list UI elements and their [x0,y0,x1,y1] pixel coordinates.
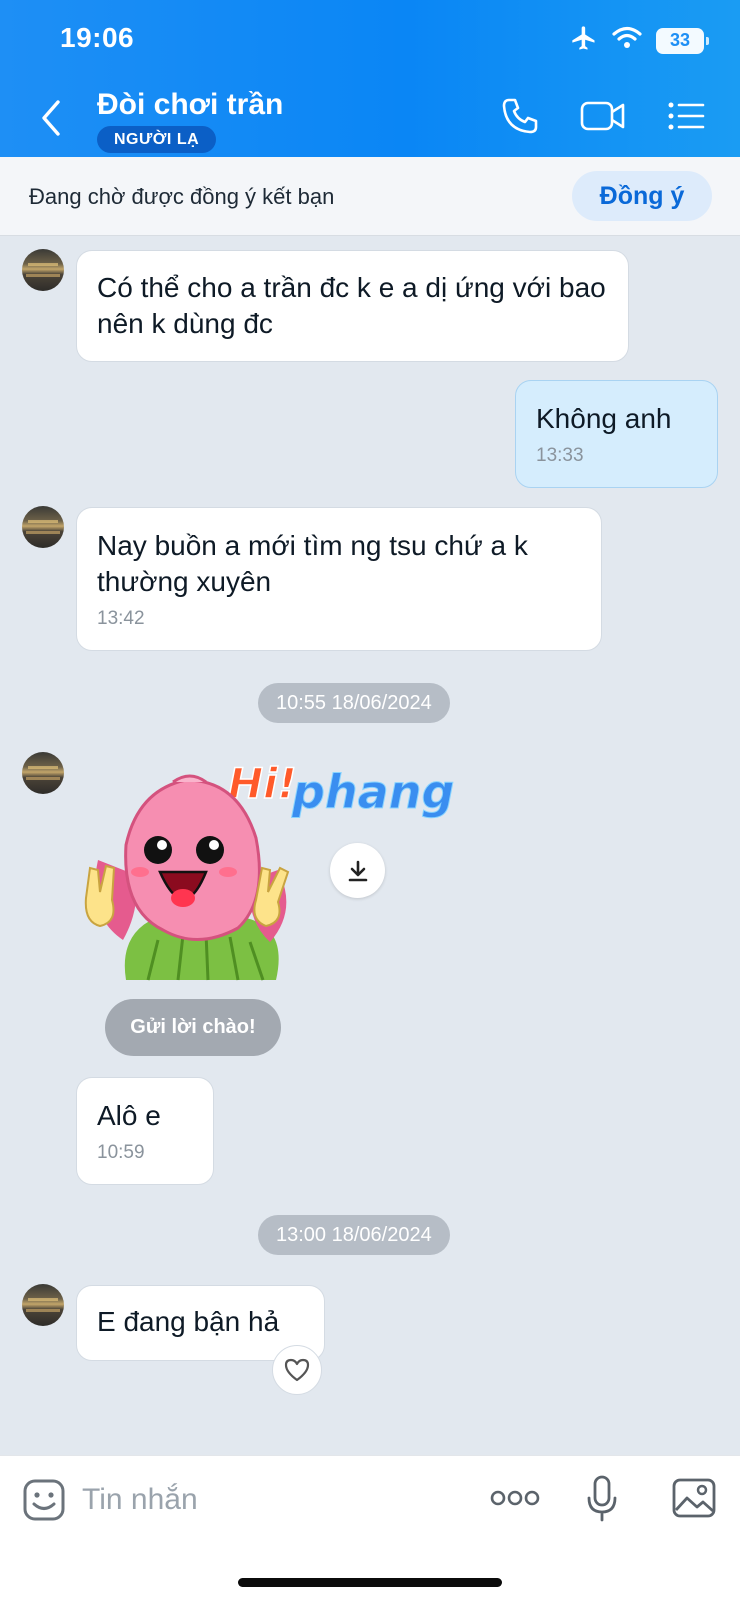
contact-avatar[interactable] [22,506,64,548]
voice-record-button[interactable] [586,1474,618,1529]
chat-header: 19:06 33 Đòi chơi trần NGƯỜI LẠ [0,0,740,157]
message-input[interactable] [82,1472,382,1528]
stranger-badge: NGƯỜI LẠ [97,126,217,153]
status-time: 19:06 [60,22,135,53]
more-dots-icon [490,1490,540,1506]
message-text: Nay buồn a mới tìm ng tsu chứ a k thường… [97,530,528,597]
message-time: 13:33 [536,445,584,466]
image-gallery-icon [672,1478,716,1518]
phone-icon [502,98,538,134]
heart-icon [284,1358,310,1382]
message-time: 13:42 [97,608,145,629]
message-text: Alô e [97,1100,161,1131]
airplane-mode-icon [570,24,598,57]
date-separator: 13:00 18/06/2024 [258,1215,450,1255]
message-text: E đang bận hả [97,1306,280,1337]
contact-avatar[interactable] [22,249,64,291]
friend-request-bar: Đang chờ được đồng ý kết bạn Đồng ý [0,157,740,236]
back-chevron-icon [42,100,60,136]
message-bubble-received[interactable]: Nay buồn a mới tìm ng tsu chứ a k thường… [76,507,602,651]
more-options-button[interactable] [490,1486,540,1515]
emoji-sticker-icon [23,1479,65,1521]
home-indicator [238,1578,502,1587]
svg-text:Hi!: Hi! [228,759,297,808]
message-text: Không anh [536,403,672,434]
send-greeting-button[interactable]: Gửi lời chào! [105,999,281,1056]
video-call-icon [580,101,625,131]
photo-picker-button[interactable] [671,1476,717,1527]
back-button[interactable] [36,98,68,138]
chat-options-button[interactable] [666,96,706,141]
menu-list-icon [668,102,705,130]
battery-indicator: 33 [656,27,709,54]
video-call-button[interactable] [580,96,626,141]
download-icon [348,860,367,881]
message-bubble-received[interactable]: Alô e 10:59 [76,1077,214,1185]
message-time: 10:59 [97,1142,145,1163]
contact-name[interactable]: Đòi chơi trần [97,88,283,122]
friend-request-status: Đang chờ được đồng ý kết bạn [29,184,335,209]
lotus-mascot-sticker: Hi! phang [84,758,455,981]
contact-avatar[interactable] [22,752,64,794]
voice-call-button[interactable] [500,96,540,141]
download-sticker-button[interactable] [330,843,385,898]
contact-avatar[interactable] [22,1284,64,1326]
microphone-icon [587,1475,617,1522]
sticker-message[interactable]: Hi! phang [78,750,488,990]
date-separator: 10:55 18/06/2024 [258,683,450,723]
message-bubble-received[interactable]: Có thể cho a trần đc k e a dị ứng với ba… [76,250,629,362]
status-icons: 33 [570,24,709,57]
react-button[interactable] [272,1345,322,1395]
message-bubble-sent[interactable]: Không anh 13:33 [515,380,718,488]
svg-text:phang: phang [291,765,454,819]
accept-friend-button[interactable]: Đồng ý [572,171,712,221]
emoji-button[interactable] [22,1478,66,1527]
wifi-icon [612,26,642,55]
message-text: Có thể cho a trần đc k e a dị ứng với ba… [97,272,606,339]
